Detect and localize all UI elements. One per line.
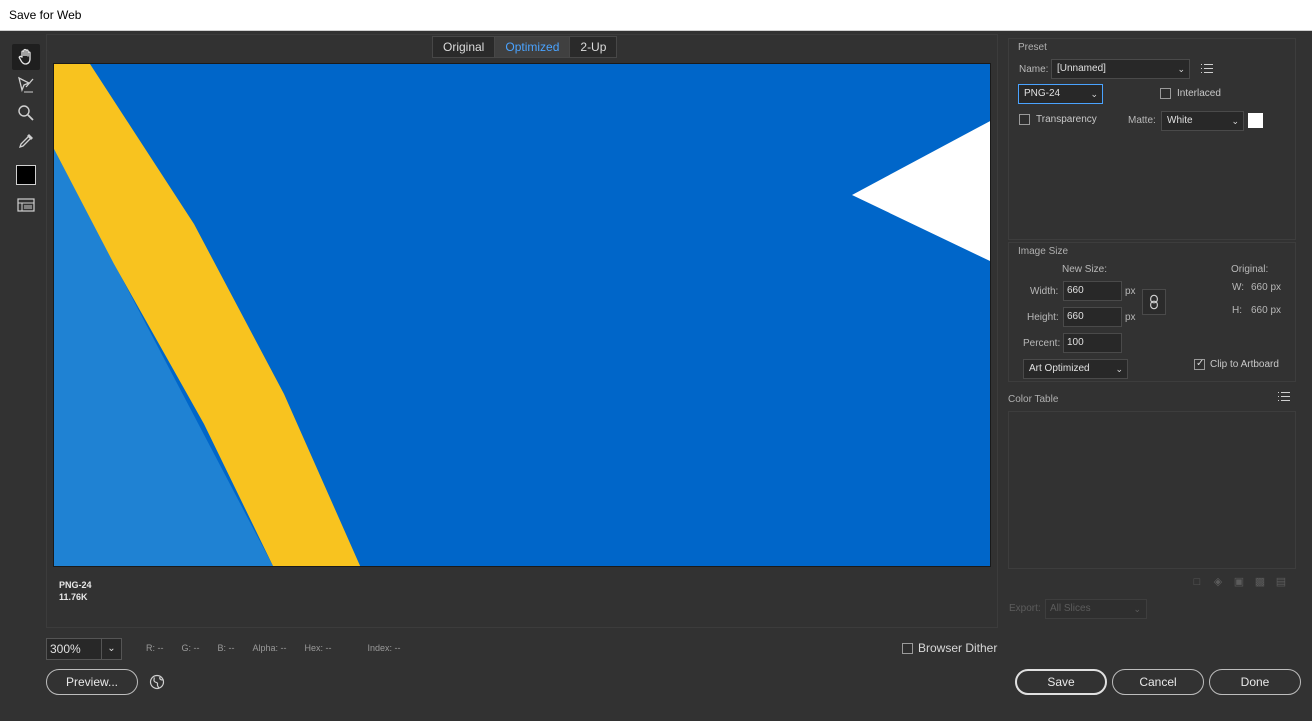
transparency-checkbox[interactable] — [1019, 114, 1030, 125]
resample-select[interactable]: Art Optimized ⌄ — [1023, 359, 1128, 379]
readout-b: B: -- — [217, 643, 235, 653]
window-title: Save for Web — [0, 0, 1312, 31]
preset-name-value: [Unnamed] — [1057, 63, 1106, 74]
export-value: All Slices — [1050, 603, 1091, 614]
color-table-panel — [1008, 411, 1296, 569]
clip-to-artboard-option[interactable]: Clip to Artboard — [1194, 358, 1279, 370]
original-h-value: 660 px — [1251, 305, 1282, 316]
original-w-value: 660 px — [1251, 282, 1282, 293]
link-icon — [1150, 294, 1158, 310]
transparency-option[interactable]: Transparency — [1019, 114, 1097, 125]
preview-button[interactable]: Preview... — [46, 669, 138, 695]
original-h-label: H: — [1232, 305, 1242, 316]
width-input[interactable]: 660 — [1063, 281, 1122, 301]
file-format-select[interactable]: PNG-24 ⌄ — [1018, 84, 1103, 104]
clip-to-artboard-label: Clip to Artboard — [1210, 359, 1279, 370]
color-table-title: Color Table — [1008, 394, 1059, 405]
tab-2-up[interactable]: 2-Up — [570, 37, 616, 57]
original-size-label: Original: — [1231, 264, 1269, 275]
percent-label: Percent: — [1023, 338, 1061, 349]
matte-select[interactable]: White ⌄ — [1161, 111, 1244, 131]
transparency-label: Transparency — [1036, 114, 1097, 125]
readout-g: G: -- — [181, 643, 200, 653]
original-w-label: W: — [1232, 282, 1245, 293]
matte-color-swatch[interactable] — [1248, 113, 1263, 128]
constrain-proportions-button[interactable] — [1142, 289, 1166, 315]
color-table-actions: □ ◈ ▣ ▩ ▤ — [1191, 576, 1287, 588]
chevron-down-icon: ⌄ — [1133, 604, 1141, 614]
hand-tool-icon[interactable] — [12, 44, 40, 70]
new-size-label: New Size: — [1062, 264, 1108, 275]
export-select[interactable]: All Slices ⌄ — [1045, 599, 1147, 619]
cancel-button[interactable]: Cancel — [1112, 669, 1204, 695]
chevron-down-icon: ⌄ — [1231, 116, 1239, 126]
browser-dither-label: Browser Dither — [918, 641, 998, 655]
interlaced-label: Interlaced — [1177, 88, 1221, 99]
toggle-slices-icon[interactable] — [12, 192, 40, 218]
view-tabs: Original Optimized 2-Up — [432, 36, 618, 58]
height-unit: px — [1125, 312, 1136, 323]
chevron-down-icon[interactable]: ⌄ — [101, 639, 121, 659]
readout-r: R: -- — [146, 643, 164, 653]
slice-select-tool-icon[interactable] — [12, 72, 40, 98]
height-input[interactable]: 660 — [1063, 307, 1122, 327]
width-unit: px — [1125, 286, 1136, 297]
resample-value: Art Optimized — [1029, 363, 1090, 374]
preset-name-select[interactable]: [Unnamed] ⌄ — [1051, 59, 1190, 79]
map-to-transparent-icon[interactable]: □ — [1191, 576, 1203, 588]
chevron-down-icon: ⌄ — [1090, 89, 1098, 99]
trash-icon[interactable]: ▤ — [1275, 576, 1287, 588]
color-readouts: R: -- G: -- B: -- Alpha: -- Hex: -- Inde… — [146, 643, 419, 653]
zoom-tool-icon[interactable] — [12, 100, 40, 126]
preset-section-title: Preset — [1018, 42, 1047, 53]
new-color-icon[interactable]: ▩ — [1254, 576, 1266, 588]
white-triangle — [852, 121, 990, 262]
readout-alpha: Alpha: -- — [252, 643, 287, 653]
browser-dither-option[interactable]: Browser Dither — [902, 641, 997, 655]
optimized-info: PNG-24 11.76K — [59, 579, 92, 603]
globe-icon[interactable] — [149, 674, 165, 690]
save-button[interactable]: Save — [1015, 669, 1107, 695]
height-label: Height: — [1027, 312, 1059, 323]
matte-label: Matte: — [1128, 115, 1156, 126]
tab-original[interactable]: Original — [433, 37, 496, 57]
zoom-level-select[interactable]: 300% ⌄ — [46, 638, 122, 660]
browser-dither-checkbox[interactable] — [902, 642, 913, 654]
preset-name-label: Name: — [1019, 64, 1049, 75]
preset-menu-icon[interactable] — [1201, 64, 1213, 74]
width-label: Width: — [1030, 286, 1059, 297]
eyedropper-color-swatch[interactable] — [12, 162, 40, 188]
percent-input[interactable]: 100 — [1063, 333, 1122, 353]
optimized-format: PNG-24 — [59, 580, 92, 590]
tool-strip — [8, 42, 44, 222]
lock-color-icon[interactable]: ▣ — [1233, 576, 1245, 588]
interlaced-option[interactable]: Interlaced — [1160, 88, 1221, 99]
readout-index: Index: -- — [367, 643, 401, 653]
image-size-section-title: Image Size — [1018, 246, 1069, 257]
tab-optimized[interactable]: Optimized — [495, 37, 571, 57]
readout-hex: Hex: -- — [304, 643, 332, 653]
eyedropper-tool-icon[interactable] — [12, 128, 40, 154]
chevron-down-icon: ⌄ — [1115, 364, 1123, 374]
chevron-down-icon: ⌄ — [1177, 64, 1185, 74]
interlaced-checkbox[interactable] — [1160, 88, 1171, 99]
color-table-menu-icon[interactable] — [1278, 392, 1290, 402]
export-label: Export: — [1009, 603, 1041, 614]
matte-value: White — [1167, 115, 1193, 126]
image-preview-canvas[interactable] — [53, 63, 991, 567]
clip-to-artboard-checkbox[interactable] — [1194, 358, 1205, 370]
web-shift-icon[interactable]: ◈ — [1212, 576, 1224, 588]
file-format-value: PNG-24 — [1024, 88, 1061, 99]
optimized-file-size: 11.76K — [59, 592, 88, 602]
done-button[interactable]: Done — [1209, 669, 1301, 695]
zoom-value: 300% — [50, 642, 81, 656]
